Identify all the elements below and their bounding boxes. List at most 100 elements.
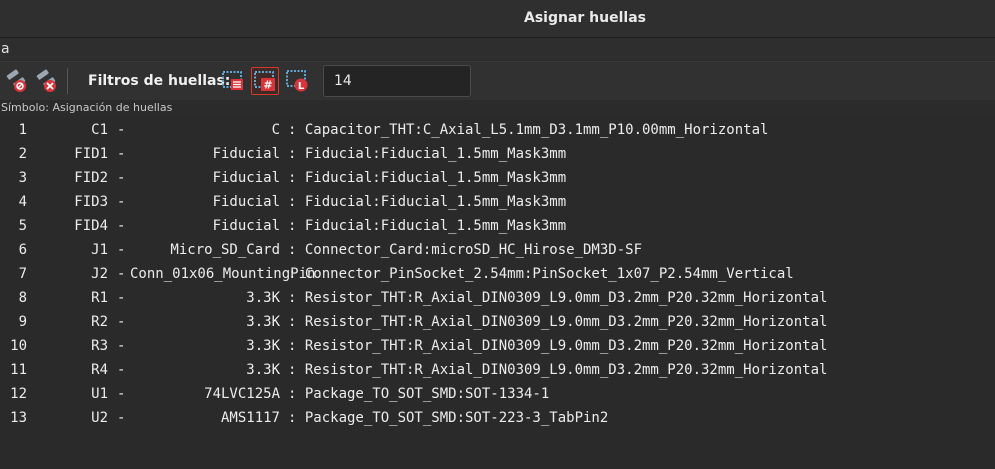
separator-dash: - — [117, 146, 126, 162]
reference: FID4 — [74, 218, 108, 234]
separator-dash: - — [117, 386, 126, 402]
symbol-value: 3.3K — [246, 338, 280, 354]
svg-text:L: L — [298, 81, 305, 92]
separator-dash: - — [117, 242, 126, 258]
reference: R1 — [91, 290, 108, 306]
footprint-name: : Resistor_THT:R_Axial_DIN0309_L9.0mm_D3… — [288, 314, 828, 330]
row-number: 1 — [18, 122, 27, 138]
reference: FID2 — [74, 170, 108, 186]
symbol-value: 3.3K — [246, 290, 280, 306]
associate-footprint-button[interactable] — [3, 67, 31, 95]
row-number: 8 — [18, 290, 27, 306]
symbol-value: Conn_01x06_MountingPin — [130, 266, 316, 282]
separator-dash: - — [117, 170, 126, 186]
reference: FID3 — [74, 194, 108, 210]
table-row[interactable]: 9 R2- 3.3K : Resistor_THT:R_Axial_DIN0309_L… — [0, 310, 995, 334]
reference: R2 — [91, 314, 108, 330]
filter-keywords-button[interactable] — [220, 67, 248, 95]
table-row[interactable]: 3 FID2- Fiducial : Fiducial:Fiducial_1.5mm_… — [0, 166, 995, 190]
footprint-name: : Fiducial:Fiducial_1.5mm_Mask3mm — [288, 170, 567, 186]
reference: R3 — [91, 338, 108, 354]
filter-library-button[interactable]: L — [284, 67, 312, 95]
symbol-value: Micro_SD_Card — [170, 242, 280, 258]
footprint-name: : Connector_Card:microSD_HC_Hirose_DM3D-… — [288, 242, 643, 258]
separator-dash: - — [117, 266, 126, 282]
filter-pin-count-icon: # — [254, 71, 275, 92]
separator-dash: - — [117, 338, 126, 354]
symbol-value: 3.3K — [246, 314, 280, 330]
title-bar: Asignar huellas — [0, 0, 995, 38]
associate-footprint-icon — [6, 69, 26, 92]
footprint-filter-input[interactable]: 14 — [323, 65, 471, 97]
footprint-name: : Package_TO_SOT_SMD:SOT-1334-1 — [288, 386, 550, 402]
reference: C1 — [91, 122, 108, 138]
reference: U1 — [91, 386, 108, 402]
symbol-value: C — [271, 122, 280, 138]
row-number: 7 — [18, 266, 27, 282]
footprint-name: : Fiducial:Fiducial_1.5mm_Mask3mm — [288, 146, 567, 162]
row-number: 9 — [18, 314, 27, 330]
symbol-value: Fiducial — [212, 146, 280, 162]
symbol-value: AMS1117 — [220, 410, 280, 426]
table-row[interactable]: 2 FID1- Fiducial : Fiducial:Fiducial_1.5mm_… — [0, 142, 995, 166]
toolbar-separator — [67, 68, 68, 94]
filter-pin-count-button[interactable]: # — [251, 67, 279, 95]
toolbar: Filtros de huellas: # L 14 — [0, 61, 995, 100]
symbol-panel-label: Símbolo: Asignación de huellas — [1, 101, 173, 114]
footprint-name: : Resistor_THT:R_Axial_DIN0309_L9.0mm_D3… — [288, 362, 828, 378]
separator-dash: - — [117, 314, 126, 330]
row-number: 6 — [18, 242, 27, 258]
separator-dash: - — [117, 194, 126, 210]
delete-association-icon — [36, 69, 56, 92]
symbol-value: Fiducial — [212, 194, 280, 210]
footprint-name: : Resistor_THT:R_Axial_DIN0309_L9.0mm_D3… — [288, 290, 828, 306]
table-row[interactable]: 10 R3- 3.3K : Resistor_THT:R_Axial_DIN0309_… — [0, 334, 995, 358]
footprint-name: : Resistor_THT:R_Axial_DIN0309_L9.0mm_D3… — [288, 338, 828, 354]
reference: U2 — [91, 410, 108, 426]
window-title: Asignar huellas — [524, 10, 646, 26]
svg-text:#: # — [263, 79, 272, 92]
table-row[interactable]: 1 C1- C : Capacitor_THT:C_Axial_L5.1mm_D3.1… — [0, 118, 995, 142]
row-number: 3 — [18, 170, 27, 186]
table-row[interactable]: 4 FID3- Fiducial : Fiducial:Fiducial_1.5mm_… — [0, 190, 995, 214]
row-number: 10 — [10, 338, 27, 354]
table-row[interactable]: 6 J1- Micro_SD_Card : Connector_Card:microS… — [0, 238, 995, 262]
table-row[interactable]: 13 U2- AMS1117 : Package_TO_SOT_SMD:SOT-223… — [0, 406, 995, 430]
reference: FID1 — [74, 146, 108, 162]
symbol-value: Fiducial — [212, 218, 280, 234]
reference: R4 — [91, 362, 108, 378]
menu-bar: a — [0, 38, 995, 60]
reference: J2 — [91, 266, 108, 282]
row-number: 2 — [18, 146, 27, 162]
table-row[interactable]: 7 J2- Conn_01x06_MountingPin: Connector_Pi… — [0, 262, 995, 286]
symbol-value: 74LVC125A — [204, 386, 280, 402]
separator-dash: - — [117, 290, 126, 306]
filter-keywords-icon — [222, 71, 243, 90]
filters-label: Filtros de huellas: — [88, 73, 231, 89]
menu-item[interactable]: a — [1, 41, 10, 57]
symbol-value: 3.3K — [246, 362, 280, 378]
separator-dash: - — [117, 218, 126, 234]
footprint-name: : Connector_PinSocket_2.54mm:PinSocket_1… — [288, 266, 794, 282]
row-number: 12 — [10, 386, 27, 402]
footprint-name: : Fiducial:Fiducial_1.5mm_Mask3mm — [288, 194, 567, 210]
separator-dash: - — [117, 410, 126, 426]
row-number: 4 — [18, 194, 27, 210]
footprint-name: : Package_TO_SOT_SMD:SOT-223-3_TabPin2 — [288, 410, 609, 426]
symbol-value: Fiducial — [212, 170, 280, 186]
separator-dash: - — [117, 122, 126, 138]
footprint-name: : Fiducial:Fiducial_1.5mm_Mask3mm — [288, 218, 567, 234]
symbol-assignment-list[interactable]: 1 C1- C: Capacitor_THT:C_Axial_L5.1mm_D3.1… — [0, 118, 995, 469]
row-number: 11 — [10, 362, 27, 378]
table-row[interactable]: 8 R1- 3.3K : Resistor_THT:R_Axial_DIN0309_L… — [0, 286, 995, 310]
table-row[interactable]: 11 R4- 3.3K : Resistor_THT:R_Axial_DIN0309_… — [0, 358, 995, 382]
row-number: 13 — [10, 410, 27, 426]
delete-association-button[interactable] — [33, 67, 61, 95]
table-row[interactable]: 12 U1- 74LVC125A : Package_TO_SOT_SMD:SOT-1… — [0, 382, 995, 406]
separator-dash: - — [117, 362, 126, 378]
filter-library-icon: L — [286, 70, 308, 92]
table-row[interactable]: 5 FID4- Fiducial : Fiducial:Fiducial_1.5mm_… — [0, 214, 995, 238]
footprint-name: : Capacitor_THT:C_Axial_L5.1mm_D3.1mm_P1… — [288, 122, 769, 138]
row-number: 5 — [18, 218, 27, 234]
reference: J1 — [91, 242, 108, 258]
